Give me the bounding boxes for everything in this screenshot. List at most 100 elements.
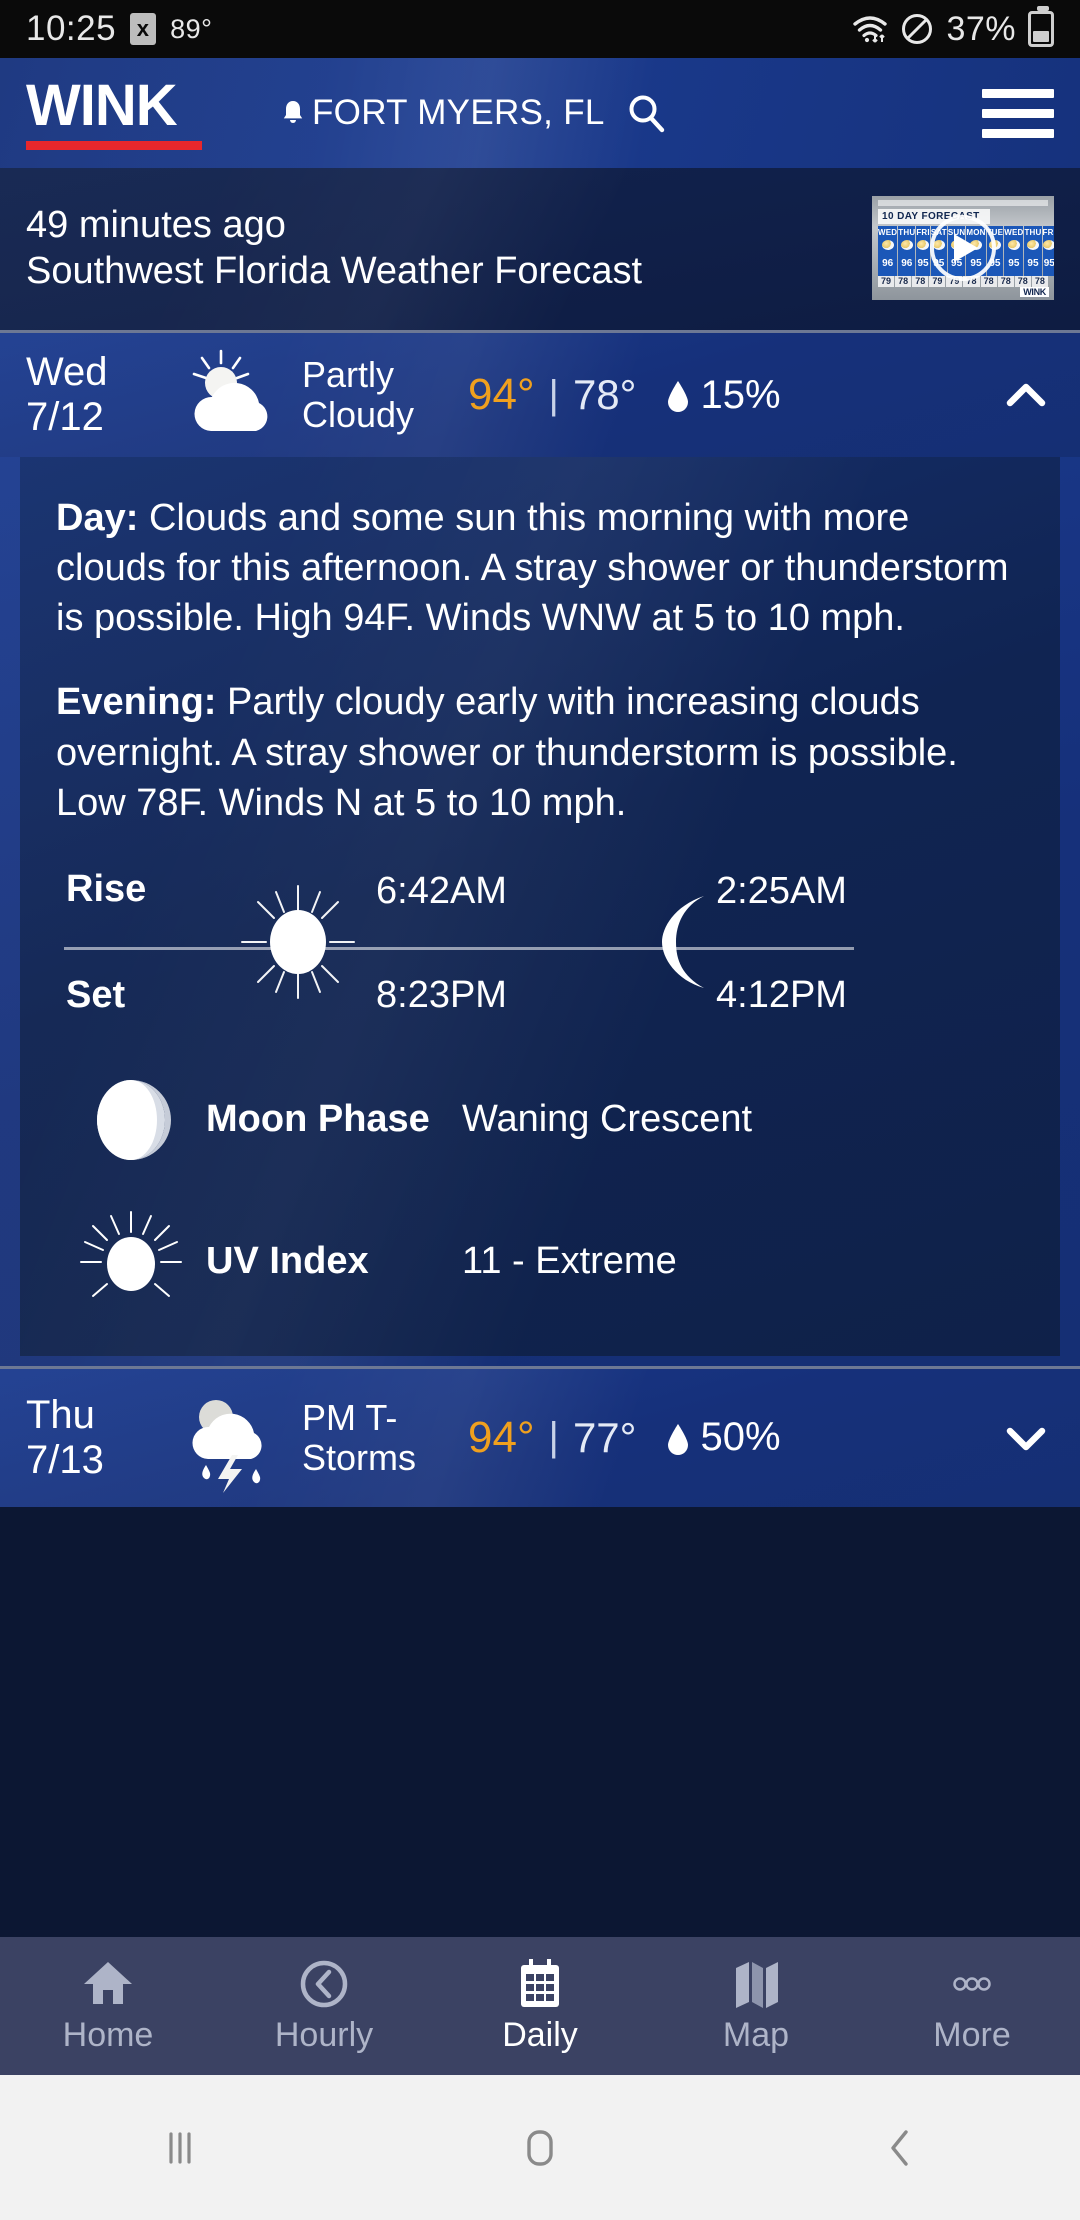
tab-label-map: Map (722, 2015, 790, 2054)
water-drop-icon (666, 378, 690, 412)
back-chevron-icon[interactable] (720, 2122, 1080, 2174)
home-square-icon[interactable] (360, 2122, 720, 2174)
search-icon[interactable] (625, 92, 667, 134)
logo-underline (26, 140, 202, 150)
forecast-high-thu: 94° (468, 1412, 535, 1462)
calendar-icon (512, 1958, 568, 2010)
thumbnail-day-label: FRI (916, 228, 930, 237)
thumbnail-day-column: THU 96 (898, 226, 916, 276)
recents-icon[interactable] (0, 2122, 360, 2174)
status-bar: 10:25 89° 37% (0, 0, 1080, 58)
uv-index-row: UV Index 11 - Extreme (56, 1208, 1024, 1316)
sunset-time: 8:23PM (376, 973, 507, 1016)
detail-day-label: Day: (56, 497, 139, 539)
status-bar-left: 10:25 89° (26, 9, 212, 49)
partly-cloudy-icon (176, 347, 296, 443)
tab-map[interactable]: Map (648, 1958, 864, 2055)
forecast-low-wed: 78° (572, 371, 637, 418)
forecast-day-date-thu: 7/13 (26, 1437, 104, 1482)
ellipsis-icon (944, 1958, 1000, 2010)
thumbnail-low: 78 (895, 276, 912, 287)
thumbnail-weather-icon (1043, 240, 1054, 250)
moon-phase-label: Moon Phase (206, 1098, 430, 1141)
thumbnail-high: 95 (917, 258, 929, 269)
tab-label-home: Home (62, 2015, 154, 2054)
wink-logo-text: WINK (26, 72, 178, 138)
thumbnail-low: 79 (878, 276, 895, 287)
thumbnail-day-label: FRI (1042, 228, 1054, 237)
set-label: Set (66, 973, 126, 1016)
location-name: FORT MYERS, FL (312, 93, 605, 132)
forecast-date-wed: Wed 7/12 (26, 350, 176, 440)
thumbnail-high: 95 (1008, 258, 1020, 269)
detail-evening-label: Evening: (56, 681, 217, 724)
uv-sun-icon (56, 1208, 206, 1316)
thunderstorm-icon (176, 1383, 296, 1493)
tab-hourly[interactable]: Hourly (216, 1958, 432, 2055)
system-nav-bar (0, 2075, 1080, 2220)
tab-daily[interactable]: Daily (432, 1958, 648, 2055)
forecast-high-wed: 94° (468, 370, 535, 419)
thumbnail-day-label: THU (898, 228, 916, 237)
astro-horizon-line (64, 946, 854, 950)
promo-timestamp: 49 minutes ago (26, 203, 286, 246)
water-drop-icon (666, 1421, 690, 1455)
hamburger-menu-icon[interactable] (982, 78, 1054, 149)
tab-more[interactable]: More (864, 1958, 1080, 2055)
location-selector[interactable]: FORT MYERS, FL (280, 92, 667, 134)
thumbnail-day-column: WED 96 (878, 226, 898, 276)
play-button-icon[interactable] (930, 215, 996, 281)
thumbnail-header-bar (878, 200, 1048, 206)
clock-icon (296, 1958, 352, 2010)
forecast-low-thu: 77° (572, 1413, 637, 1461)
forecast-row-thu[interactable]: Thu 7/13 PM T-Storms 94° | 77° 50% (0, 1368, 1080, 1507)
wink-logo[interactable]: WINK (26, 72, 202, 150)
thumbnail-high: 95 (1027, 258, 1039, 269)
thumbnail-weather-icon (881, 240, 894, 250)
menu-bar-2 (982, 108, 1054, 118)
forecast-row-wed[interactable]: Wed 7/12 Partly Cloudy 94° | 78° 15% (0, 333, 1080, 457)
video-promo[interactable]: 49 minutes ago Southwest Florida Weather… (0, 168, 1080, 330)
promo-title: Southwest Florida Weather Forecast (26, 250, 643, 292)
moon-phase-value: Waning Crescent (462, 1098, 753, 1141)
forecast-date-thu: Thu 7/13 (26, 1393, 176, 1483)
sunrise-time: 6:42AM (376, 869, 507, 912)
thumbnail-watermark: WINK (1020, 287, 1049, 297)
tab-label-hourly: Hourly (274, 2015, 374, 2054)
video-thumbnail[interactable]: 10 DAY FORECAST WED 96 THU 96 FRI 95 SAT 95 SUN 9… (872, 196, 1054, 300)
tab-home[interactable]: Home (0, 1958, 216, 2055)
tab-label-daily: Daily (502, 2015, 578, 2054)
home-icon (80, 1958, 136, 2010)
thumbnail-day-column: FRI 95 (1042, 226, 1054, 276)
forecast-day-date-wed: 7/12 (26, 395, 104, 439)
chevron-up-icon[interactable] (998, 367, 1054, 423)
detail-day-text: Clouds and some sun this morning with mo… (56, 497, 1009, 640)
status-temperature: 89° (170, 13, 213, 44)
chevron-down-icon[interactable] (998, 1410, 1054, 1466)
uv-index-label: UV Index (206, 1240, 369, 1283)
thumbnail-high: 96 (901, 258, 913, 269)
thumbnail-weather-icon (1007, 240, 1020, 250)
thumbnail-weather-icon (900, 240, 913, 250)
temp-separator-thu: | (548, 1415, 559, 1460)
thumbnail-day-label: THU (1024, 228, 1042, 237)
forecast-day-name-thu: Thu (26, 1393, 95, 1438)
thumbnail-low: 78 (912, 276, 929, 287)
thumbnail-day-column: WED 95 (1004, 226, 1024, 276)
forecast-detail-wed: Day: Clouds and some sun this morning wi… (20, 457, 1060, 1356)
moon-phase-icon (56, 1072, 206, 1168)
forecast-day-name-wed: Wed (26, 350, 108, 395)
forecast-precip-thu: 50% (666, 1415, 781, 1460)
thumbnail-low: 78 (1031, 276, 1048, 287)
app-header: WINK FORT MYERS, FL (0, 58, 1080, 168)
forecast-condition-thu: PM T-Storms (302, 1397, 417, 1478)
sun-icon (240, 884, 356, 1000)
thumbnail-day-label: WED (1004, 228, 1024, 237)
temp-separator-wed: | (548, 372, 559, 417)
wifi-icon (852, 14, 888, 44)
thumbnail-weather-icon (1026, 240, 1039, 250)
sim-card-icon (130, 13, 157, 45)
thumbnail-day-label: WED (878, 228, 898, 237)
status-bar-right: 37% (852, 6, 1054, 49)
tab-label-more: More (933, 2015, 1011, 2054)
